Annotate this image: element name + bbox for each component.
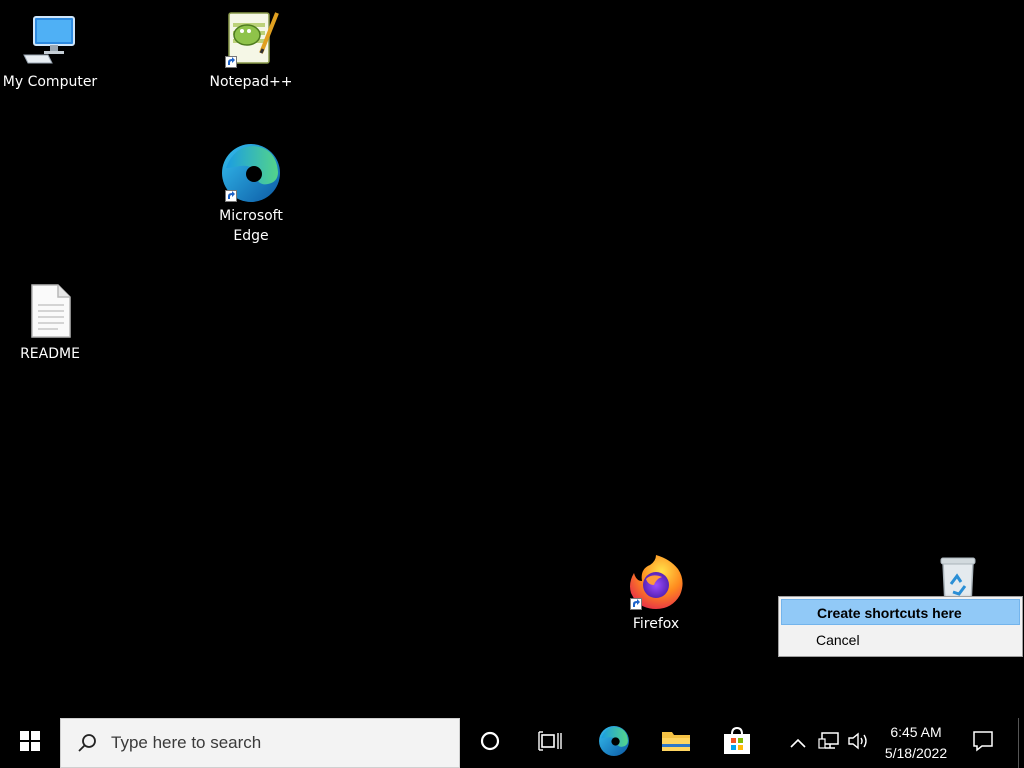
menu-item-create-shortcuts-here[interactable]: Create shortcuts here xyxy=(781,599,1020,625)
store-icon xyxy=(722,726,752,760)
windows-logo-icon xyxy=(20,731,40,755)
edge-icon xyxy=(598,725,630,761)
desktop-icon-label: Firefox xyxy=(632,616,680,632)
desktop-icon-label: Notepad++ xyxy=(209,74,293,90)
taskbar-clock[interactable]: 6:45 AM 5/18/2022 xyxy=(876,718,956,768)
menu-item-cancel[interactable]: Cancel xyxy=(781,627,1020,653)
search-placeholder: Type here to search xyxy=(111,733,262,752)
desktop-icon-microsoft-edge[interactable]: Microsoft Edge xyxy=(201,142,301,246)
notepad-plus-plus-icon xyxy=(219,8,283,70)
network-icon xyxy=(818,731,840,755)
taskbar-search-box[interactable]: Type here to search xyxy=(60,718,460,768)
edge-icon xyxy=(219,142,283,204)
desktop-icon-label: My Computer xyxy=(2,74,98,90)
network-button[interactable] xyxy=(814,718,844,768)
chevron-up-icon xyxy=(790,734,806,753)
clock-time: 6:45 AM xyxy=(890,724,942,740)
context-menu[interactable]: Create shortcuts here Cancel xyxy=(778,596,1023,657)
taskbar-file-explorer-button[interactable] xyxy=(648,718,704,768)
start-button[interactable] xyxy=(2,718,58,768)
computer-icon xyxy=(18,8,82,70)
search-icon xyxy=(77,733,97,753)
cortana-button[interactable] xyxy=(462,718,518,768)
taskbar: Type here to search 6:45 AM 5/18/2022 xyxy=(0,718,1024,768)
cortana-circle-icon xyxy=(480,731,500,755)
volume-button[interactable] xyxy=(844,718,872,768)
desktop-icon-label: Microsoft Edge xyxy=(219,208,283,244)
show-desktop-button[interactable] xyxy=(1018,718,1024,768)
clock-date: 5/18/2022 xyxy=(884,745,948,761)
show-hidden-icons-button[interactable] xyxy=(784,718,812,768)
desktop-icon-my-computer[interactable]: My Computer xyxy=(0,8,100,92)
text-file-icon xyxy=(18,280,82,342)
desktop-icon-readme[interactable]: README xyxy=(0,280,100,364)
folder-icon xyxy=(661,729,691,757)
volume-icon xyxy=(847,732,869,754)
desktop-icon-firefox[interactable]: Firefox xyxy=(606,550,706,634)
task-view-button[interactable] xyxy=(522,718,578,768)
notification-icon xyxy=(972,730,994,756)
desktop-icon-notepad-plus-plus[interactable]: Notepad++ xyxy=(201,8,301,92)
shortcut-arrow-icon xyxy=(225,190,237,202)
desktop-icon-label: README xyxy=(20,346,80,362)
taskbar-store-button[interactable] xyxy=(709,718,765,768)
action-center-button[interactable] xyxy=(958,718,1008,768)
firefox-icon xyxy=(624,550,688,612)
task-view-icon xyxy=(538,731,562,755)
taskbar-edge-button[interactable] xyxy=(586,718,642,768)
shortcut-arrow-icon xyxy=(630,598,642,610)
desktop[interactable]: My Computer Notepad++ Microsoft Edge REA… xyxy=(0,0,1024,718)
shortcut-arrow-icon xyxy=(225,56,237,68)
